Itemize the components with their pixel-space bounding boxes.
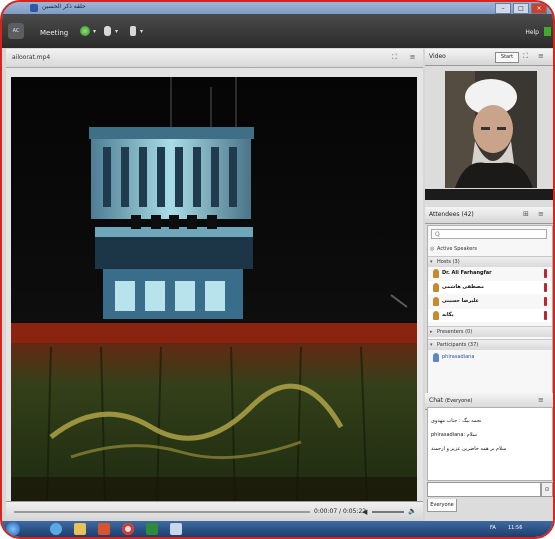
os-taskbar: FA 11:56 [2, 521, 553, 537]
minaret-video-image [11, 77, 417, 501]
playback-time: 0:00:07 / 0:05:22 [314, 508, 367, 515]
chat-message: نجمه بیگ : جناب مهدوی [431, 418, 482, 424]
webcam-feed [445, 71, 537, 188]
window-title: حلقه ذکر الحسین [42, 3, 86, 10]
start-menu-icon[interactable] [6, 522, 20, 536]
speaker-icon[interactable] [130, 26, 136, 36]
attendees-title: Attendees (42) [429, 211, 474, 218]
attendee-list: Q ◎ Active Speakers ▾ Hosts (3) Dr. Ali … [427, 225, 553, 395]
app-frame: حلقه ذکر الحسین – □ × AC Meeting ▾ ▾ ▾ H… [0, 0, 555, 539]
fullscreen-icon[interactable]: ⛶ [523, 52, 528, 61]
volume-icon[interactable]: ◀ [362, 508, 367, 516]
chevron-right-icon: ▸ [430, 329, 433, 335]
chat-message: phirasadiana: سلام [431, 432, 477, 438]
pod-options-icon[interactable]: ≡ [408, 53, 417, 62]
start-webcam-button[interactable]: Start [495, 52, 519, 63]
pod-options-icon[interactable]: ≡ [538, 52, 544, 60]
speaker-icon: ◎ [430, 246, 435, 252]
attendee-view-icon[interactable]: ⊞ [523, 210, 529, 218]
chevron-down-icon[interactable]: ▾ [93, 28, 96, 35]
pod-options-icon[interactable]: ≡ [538, 396, 544, 404]
chevron-down-icon: ▾ [430, 342, 433, 348]
minimize-button[interactable]: – [495, 3, 511, 14]
help-menu[interactable]: Help [525, 29, 539, 36]
active-speakers-row: ◎ Active Speakers [430, 246, 477, 252]
status-flag-icon [544, 283, 547, 292]
excel-icon[interactable] [146, 523, 158, 535]
share-pod-header: ailoorat.mp4 ⛶ ≡ [6, 49, 423, 68]
maximize-button[interactable]: □ [513, 3, 529, 14]
seek-bar[interactable] [14, 511, 310, 513]
microphone-icon[interactable] [104, 26, 111, 36]
chat-input[interactable] [427, 482, 541, 497]
connection-status-icon [544, 27, 551, 36]
chevron-down-icon: ▾ [430, 259, 433, 265]
window-controls: – □ × [495, 3, 547, 14]
right-column: Video Start ⛶ ≡ Attendees (42) ⊞ ≡ Q ◎ A… [425, 49, 553, 521]
internet-explorer-icon[interactable] [50, 523, 62, 535]
chat-title: Chat (Everyone) [429, 397, 473, 404]
attendee-row[interactable]: Dr. Ali Farhangfar [428, 267, 552, 280]
chevron-down-icon[interactable]: ▾ [140, 28, 143, 35]
attendee-row[interactable]: علیرضا حسینی [428, 295, 552, 308]
app-logo-icon [30, 4, 38, 12]
video-frame[interactable] [11, 77, 417, 501]
host-avatar-icon [433, 297, 439, 306]
participants-group-header[interactable]: ▾ Participants (37) [428, 339, 552, 350]
video-pod-header: Video Start ⛶ ≡ [425, 49, 553, 66]
title-bar: حلقه ذکر الحسین – □ × [2, 2, 553, 14]
status-flag-icon [544, 269, 547, 278]
meeting-menu[interactable]: Meeting [40, 29, 68, 37]
fullscreen-icon[interactable]: ⛶ [390, 53, 399, 62]
presenters-group-header[interactable]: ▸ Presenters (0) [428, 326, 552, 337]
status-icon[interactable] [80, 26, 90, 36]
chat-messages: نجمه بیگ : جناب مهدوی phirasadiana: سلام… [427, 407, 553, 481]
attendee-row[interactable]: phirasadiana [428, 351, 552, 364]
main-toolbar: AC Meeting ▾ ▾ ▾ Help [2, 14, 553, 48]
media-player-controls: 0:00:07 / 0:05:22 ◀ 🔈 [6, 501, 423, 522]
attendee-search-input[interactable]: Q [431, 229, 547, 239]
host-avatar-icon [433, 283, 439, 292]
media-player-icon[interactable] [98, 523, 110, 535]
chrome-icon[interactable] [122, 523, 134, 535]
hosts-group-header[interactable]: ▾ Hosts (3) [428, 256, 552, 267]
status-flag-icon [544, 311, 547, 320]
language-indicator[interactable]: FA [490, 525, 496, 531]
chevron-down-icon[interactable]: ▾ [115, 28, 118, 35]
send-message-button[interactable]: ⊙ [541, 482, 553, 497]
video-pod-title: Video [429, 53, 446, 60]
webcam-label-bar [425, 189, 553, 200]
presenter-portrait-image [445, 71, 537, 188]
file-explorer-icon[interactable] [74, 523, 86, 535]
participant-avatar-icon [433, 353, 439, 362]
adobe-connect-logo: AC [8, 23, 24, 39]
share-pod: ailoorat.mp4 ⛶ ≡ 0:00:07 / 0:05:22 ◀ 🔈 [6, 49, 423, 522]
clock[interactable]: 11:56 [508, 525, 522, 531]
host-avatar-icon [433, 269, 439, 278]
adobe-connect-taskbar-icon[interactable] [170, 523, 182, 535]
volume-slider[interactable] [372, 511, 404, 513]
attendees-pod-header: Attendees (42) ⊞ ≡ [425, 207, 553, 224]
chat-message: سلام بر همه حاضرین عزیز و ارجمند [431, 446, 507, 452]
attendee-row[interactable]: مصطفی هاشمی [428, 281, 552, 294]
chat-tab-everyone[interactable]: Everyone [427, 499, 457, 512]
status-flag-icon [544, 297, 547, 306]
pod-options-icon[interactable]: ≡ [538, 210, 544, 218]
speaker-icon[interactable]: 🔈 [408, 507, 417, 515]
attendee-row[interactable]: یگانه [428, 309, 552, 322]
close-button[interactable]: × [531, 3, 547, 14]
file-name: ailoorat.mp4 [12, 54, 51, 61]
host-avatar-icon [433, 311, 439, 320]
